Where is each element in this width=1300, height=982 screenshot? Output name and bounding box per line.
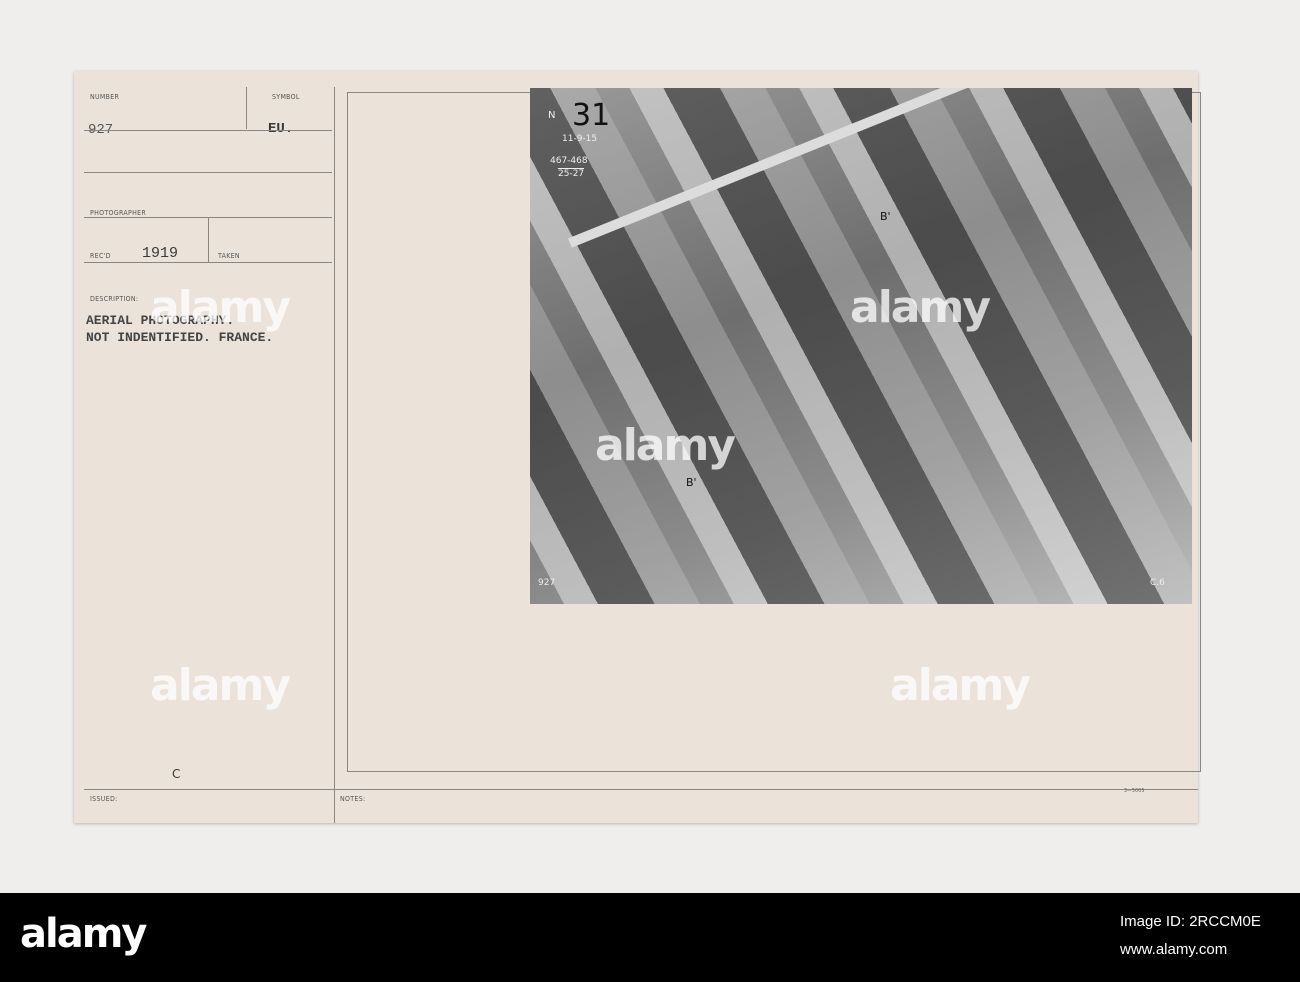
photo-date: 11-9-15 <box>562 134 598 144</box>
description-label: DESCRIPTION: <box>90 295 139 303</box>
symbol-label: SYMBOL <box>272 93 300 101</box>
alamy-logo: alamy <box>20 911 147 957</box>
divider <box>334 87 335 823</box>
watermark: alamy <box>850 282 991 333</box>
footer-bar: alamy Image ID: 2RCCM0E www.alamy.com <box>0 893 1300 982</box>
watermark: alamy <box>890 660 1031 711</box>
form-code: 3—5005 <box>1124 788 1145 794</box>
divider <box>208 217 209 262</box>
image-id: Image ID: 2RCCM0E <box>1120 913 1261 930</box>
watermark: alamy <box>150 660 291 711</box>
photo-corner-number: 927 <box>538 578 556 588</box>
class-mark: C <box>172 767 181 781</box>
photographer-label: PHOTOGRAPHER <box>90 209 147 217</box>
divider <box>84 172 332 173</box>
divider <box>246 87 247 129</box>
aerial-photograph: 31 N 11-9-15 467-468 25-27 B' B' 927 C.6 <box>530 88 1192 604</box>
divider <box>84 130 332 131</box>
photo-ref-1: 467-468 <box>550 156 588 166</box>
watermark: alamy <box>595 420 736 471</box>
photo-corner-code: C.6 <box>1150 578 1165 588</box>
photo-marker: B' <box>686 476 697 489</box>
number-label: NUMBER <box>90 93 120 101</box>
divider <box>84 262 332 263</box>
notes-label: NOTES: <box>340 795 366 803</box>
taken-label: TAKEN <box>218 252 240 260</box>
recd-label: REC'D <box>90 252 111 260</box>
watermark: alamy <box>150 282 291 333</box>
photo-road <box>568 88 1147 248</box>
photo-marker: B' <box>880 210 891 223</box>
plate-number: 31 <box>572 98 611 133</box>
symbol-value: EU. <box>268 121 294 137</box>
issued-label: ISSUED: <box>90 795 118 803</box>
north-arrow: N <box>548 110 556 121</box>
divider <box>84 789 1198 790</box>
alamy-url[interactable]: www.alamy.com <box>1120 941 1227 958</box>
recd-value: 1919 <box>142 245 179 262</box>
photo-ref-2: 25-27 <box>558 168 585 179</box>
